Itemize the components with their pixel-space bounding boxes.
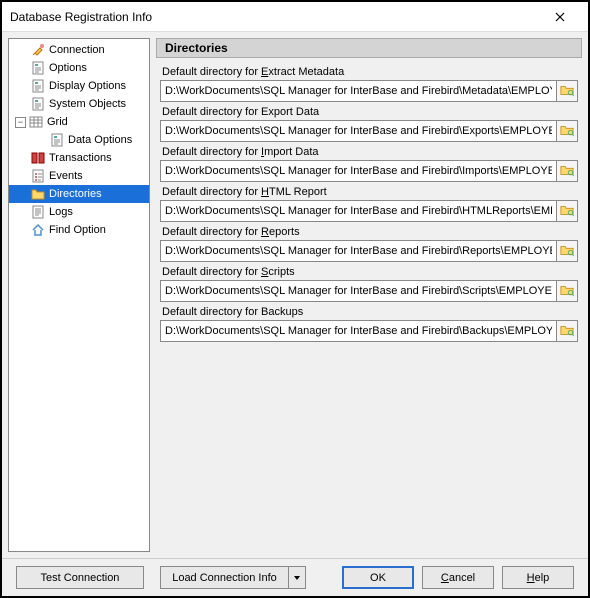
content-area: Connection Options Display Options Syste… — [2, 32, 588, 558]
sidebar-item-system-objects[interactable]: System Objects — [9, 95, 149, 113]
directory-field: Default directory for HTML Report — [160, 186, 578, 222]
path-input[interactable] — [160, 80, 556, 102]
field-label: Default directory for Extract Metadata — [160, 66, 578, 78]
browse-button[interactable] — [556, 160, 578, 182]
sidebar-item-grid[interactable]: − Grid — [9, 113, 149, 131]
browse-button[interactable] — [556, 320, 578, 342]
sidebar-item-label: Find Option — [49, 224, 106, 236]
browse-button[interactable] — [556, 200, 578, 222]
sidebar-item-transactions[interactable]: Transactions — [9, 149, 149, 167]
path-input[interactable] — [160, 240, 556, 262]
plug-icon — [30, 42, 46, 58]
collapse-icon[interactable]: − — [15, 117, 26, 128]
sidebar-item-label: Connection — [49, 44, 105, 56]
folder-open-icon — [560, 323, 574, 340]
button-bar: Test Connection Load Connection Info OK … — [2, 558, 588, 596]
folder-open-icon — [560, 243, 574, 260]
load-dropdown-button[interactable] — [288, 566, 306, 589]
field-label: Default directory for Backups — [160, 306, 578, 318]
grid-icon — [28, 114, 44, 130]
directory-field: Default directory for Scripts — [160, 266, 578, 302]
sidebar-item-events[interactable]: Events — [9, 167, 149, 185]
path-input[interactable] — [160, 200, 556, 222]
panel-header: Directories — [156, 38, 582, 58]
directory-field: Default directory for Import Data — [160, 146, 578, 182]
sidebar-item-label: Events — [49, 170, 83, 182]
ok-button[interactable]: OK — [342, 566, 414, 589]
sidebar-item-label: Transactions — [49, 152, 112, 164]
sidebar-item-find-option[interactable]: Find Option — [9, 221, 149, 239]
path-input[interactable] — [160, 120, 556, 142]
help-button[interactable]: Help — [502, 566, 574, 589]
chevron-down-icon — [293, 574, 301, 582]
browse-button[interactable] — [556, 240, 578, 262]
folder-open-icon — [560, 123, 574, 140]
field-label: Default directory for Reports — [160, 226, 578, 238]
folder-open-icon — [560, 83, 574, 100]
sidebar-item-label: System Objects — [49, 98, 126, 110]
sidebar: Connection Options Display Options Syste… — [8, 38, 150, 552]
field-label: Default directory for Scripts — [160, 266, 578, 278]
sidebar-item-label: Options — [49, 62, 87, 74]
sidebar-item-connection[interactable]: Connection — [9, 41, 149, 59]
folder-open-icon — [560, 283, 574, 300]
close-button[interactable] — [537, 3, 582, 31]
sidebar-item-options[interactable]: Options — [9, 59, 149, 77]
window-title: Database Registration Info — [8, 10, 537, 24]
sidebar-item-directories[interactable]: Directories — [9, 185, 149, 203]
folder-open-icon — [560, 203, 574, 220]
browse-button[interactable] — [556, 120, 578, 142]
field-label: Default directory for Import Data — [160, 146, 578, 158]
sidebar-item-label: Logs — [49, 206, 73, 218]
close-icon — [555, 12, 565, 22]
sidebar-item-label: Directories — [49, 188, 102, 200]
directory-field: Default directory for Backups — [160, 306, 578, 342]
load-connection-info-button[interactable]: Load Connection Info — [160, 566, 288, 589]
panel-body: Default directory for Extract Metadata De… — [156, 58, 582, 552]
field-label: Default directory for Export Data — [160, 106, 578, 118]
doc-icon — [30, 78, 46, 94]
sidebar-item-data-options[interactable]: Data Options — [9, 131, 149, 149]
dialog-window: Database Registration Info Connection Op… — [0, 0, 590, 598]
directory-field: Default directory for Extract Metadata — [160, 66, 578, 102]
sidebar-item-label: Data Options — [68, 134, 132, 146]
folder-open-icon — [560, 163, 574, 180]
titlebar[interactable]: Database Registration Info — [2, 2, 588, 32]
doc-icon — [30, 60, 46, 76]
path-input[interactable] — [160, 160, 556, 182]
path-input[interactable] — [160, 320, 556, 342]
browse-button[interactable] — [556, 80, 578, 102]
sidebar-item-logs[interactable]: Logs — [9, 203, 149, 221]
transactions-icon — [30, 150, 46, 166]
panel-title: Directories — [165, 41, 228, 55]
tree: Connection Options Display Options Syste… — [9, 39, 149, 241]
sidebar-item-label: Display Options — [49, 80, 126, 92]
sidebar-item-label: Grid — [47, 116, 68, 128]
folder-icon — [30, 186, 46, 202]
directory-field: Default directory for Export Data — [160, 106, 578, 142]
doc-icon — [30, 96, 46, 112]
test-connection-button[interactable]: Test Connection — [16, 566, 144, 589]
doc-icon — [30, 204, 46, 220]
find-icon — [30, 222, 46, 238]
directory-field: Default directory for Reports — [160, 226, 578, 262]
doc-icon — [49, 132, 65, 148]
field-label: Default directory for HTML Report — [160, 186, 578, 198]
main-panel: Directories Default directory for Extrac… — [156, 38, 582, 552]
events-icon — [30, 168, 46, 184]
cancel-button[interactable]: Cancel — [422, 566, 494, 589]
browse-button[interactable] — [556, 280, 578, 302]
path-input[interactable] — [160, 280, 556, 302]
sidebar-item-display-options[interactable]: Display Options — [9, 77, 149, 95]
